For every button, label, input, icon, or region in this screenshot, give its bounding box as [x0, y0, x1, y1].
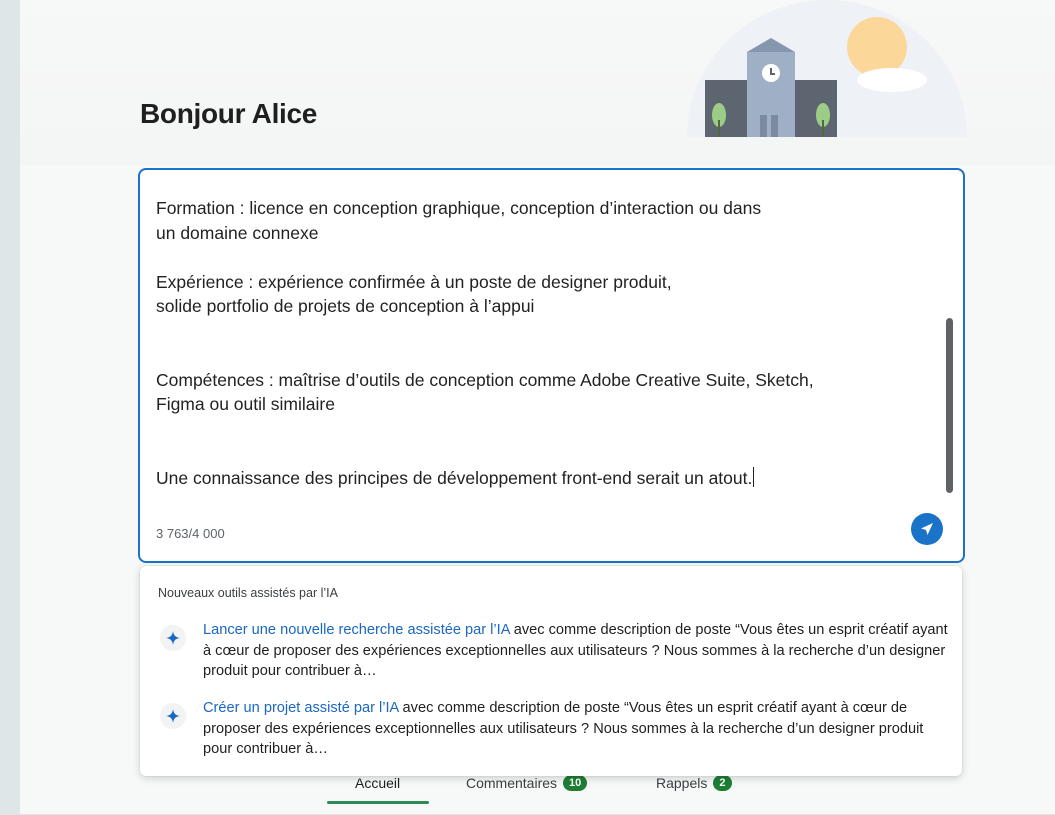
sparkle-icon: [160, 625, 186, 651]
create-ai-project-link[interactable]: Créer un projet assisté par l’IA: [203, 700, 398, 716]
composer-scrollbar[interactable]: [946, 318, 953, 493]
job-description-textarea[interactable]: Formation : licence en conception graphi…: [156, 196, 926, 490]
send-button[interactable]: [911, 513, 943, 545]
active-tab-indicator: [327, 801, 429, 804]
commentaires-count-badge: 10: [563, 775, 588, 791]
tab-rappels-label: Rappels: [656, 775, 708, 791]
tab-accueil-label: Accueil: [355, 775, 401, 791]
hero-banner: Bonjour Alice: [20, 0, 1055, 165]
tab-commentaires[interactable]: Commentaires 10: [466, 775, 588, 791]
job-description-composer[interactable]: Formation : licence en conception graphi…: [138, 168, 965, 563]
tab-accueil[interactable]: Accueil: [355, 775, 400, 791]
greeting-title: Bonjour Alice: [140, 98, 318, 129]
school-illustration: [687, 0, 967, 137]
page: Bonjour Alice Formation : licence en con…: [20, 0, 1055, 815]
suggestion-new-ai-search[interactable]: Lancer une nouvelle recherche assistée p…: [140, 620, 962, 682]
ai-suggestions-dropdown: Nouveaux outils assistés par l’IA Lancer…: [140, 566, 962, 776]
text-caret: [753, 466, 755, 487]
character-counter: 3 763/4 000: [156, 526, 225, 541]
job-description-text: Formation : licence en conception graphi…: [156, 198, 814, 488]
suggestion-new-ai-search-text: Lancer une nouvelle recherche assistée p…: [203, 620, 948, 682]
send-icon: [921, 523, 933, 535]
suggestion-create-ai-project-text: Créer un projet assisté par l’IA avec co…: [203, 698, 948, 760]
tab-rappels[interactable]: Rappels 2: [656, 775, 732, 791]
suggestion-create-ai-project[interactable]: Créer un projet assisté par l’IA avec co…: [140, 698, 962, 760]
sparkle-icon: [160, 703, 186, 729]
rappels-count-badge: 2: [713, 775, 732, 791]
tab-commentaires-label: Commentaires: [466, 775, 558, 791]
new-ai-search-link[interactable]: Lancer une nouvelle recherche assistée p…: [203, 622, 510, 638]
ai-suggestions-header: Nouveaux outils assistés par l’IA: [158, 586, 338, 600]
